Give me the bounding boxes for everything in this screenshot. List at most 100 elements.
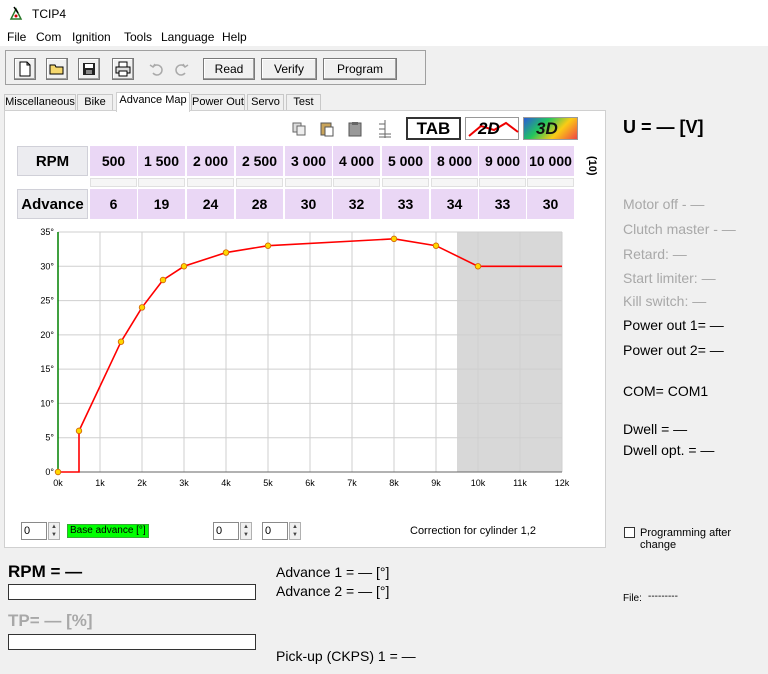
correction-spinner-2-value[interactable]: 0 [262,522,288,540]
x-tick-label: 6k [305,478,315,488]
start-limiter-status: Start limiter: — [623,270,716,286]
y-tick-label: 5° [45,433,54,443]
menu-com[interactable]: Com [36,30,61,44]
save-disk-icon[interactable] [78,58,100,80]
y-tick-label: 15° [40,364,54,374]
map-point-count: (10) [586,156,598,176]
dwell-opt-status: Dwell opt. = — [623,442,715,458]
table-gap-cell [479,178,526,187]
app-logo-icon [9,6,23,20]
advance-curve-point [117,338,125,345]
advance-cell[interactable]: 30 [527,189,574,219]
programming-after-change-checkbox[interactable] [624,527,635,538]
advance-cell[interactable]: 24 [187,189,234,219]
table-gap-cell [285,178,332,187]
rpm-cell[interactable]: 500 [90,146,137,176]
base-advance-spinner-value[interactable]: 0 [21,522,47,540]
advance-cell[interactable]: 33 [382,189,429,219]
correction-spinner-1-arrows[interactable]: ▲ ▼ [240,522,252,540]
menu-file[interactable]: File [7,30,26,44]
clutch-master-status: Clutch master - — [623,221,736,237]
copy-icon[interactable] [290,120,308,138]
advance-curve-point [390,235,398,243]
table-gap-cell [90,178,137,187]
advance-curve-point [180,263,188,270]
rpm-cell[interactable]: 2 500 [236,146,283,176]
advance-cell[interactable]: 33 [479,189,526,219]
tab-miscellaneous[interactable]: Miscellaneous [4,94,76,111]
x-tick-label: 11k [513,478,527,488]
paste-icon[interactable] [318,120,336,138]
open-folder-icon[interactable] [46,58,68,80]
advance-row-label: Advance [17,189,88,219]
menu-help[interactable]: Help [222,30,247,44]
menu-ignition[interactable]: Ignition [72,30,111,44]
advance-cell[interactable]: 32 [333,189,380,219]
tab-servo[interactable]: Servo [247,94,284,111]
rpm-cell[interactable]: 2 000 [187,146,234,176]
menu-tools[interactable]: Tools [124,30,152,44]
correction-spinner-1-value[interactable]: 0 [213,522,239,540]
view-2d-label: 2D [478,119,500,138]
pickup-readout: Pick-up (CKPS) 1 = — [276,648,416,664]
x-tick-label: 7k [347,478,357,488]
view-3d-button[interactable]: 3D [523,117,578,140]
programming-after-change-label: Programming after change [640,527,732,551]
rpm-cell[interactable]: 9 000 [479,146,526,176]
view-2d-button[interactable]: 2D [465,117,519,140]
program-button[interactable]: Program [323,58,397,80]
advance-cell[interactable]: 30 [285,189,332,219]
y-tick-label: 10° [40,398,54,408]
power-out-2-status: Power out 2= — [623,342,724,358]
rpm-cell[interactable]: 5 000 [382,146,429,176]
dwell-status: Dwell = — [623,421,688,437]
redo-icon[interactable] [170,58,192,80]
print-icon[interactable] [112,58,134,80]
advance-cell[interactable]: 28 [236,189,283,219]
read-button[interactable]: Read [203,58,255,80]
y-tick-label: 30° [40,261,54,271]
table-gap-cell [382,178,429,187]
rpm-cell[interactable]: 8 000 [431,146,478,176]
advance-map-chart[interactable]: 0k 1k 2k 3k 4k 5k 6k 7k 8k 9k 10k 11k 12k 0° 5° 10° 15° 2… [18,224,578,492]
rpm-readout: RPM = — [8,562,83,581]
motor-off-status: Motor off - — [623,196,705,212]
table-gap-cell [527,178,574,187]
rpm-cell[interactable]: 3 000 [285,146,332,176]
tp-readout: TP= — [%] [8,611,93,630]
tab-power-out[interactable]: Power Out [191,94,245,111]
clipboard-icon[interactable] [346,120,364,138]
kill-switch-status: Kill switch: — [623,293,707,309]
x-tick-label: 3k [179,478,189,488]
undo-icon[interactable] [146,58,168,80]
advance-cell[interactable]: 19 [138,189,185,219]
table-gap-cell [138,178,185,187]
table-gap-cell [431,178,478,187]
verify-button[interactable]: Verify [261,58,317,80]
table-gap-cell [236,178,283,187]
rpm-cell[interactable]: 4 000 [333,146,380,176]
menu-bar: File Com Ignition Tools Language Help [0,28,768,46]
advance-curve-point [75,427,83,435]
tab-advance-map[interactable]: Advance Map [116,92,190,112]
advance-cell[interactable]: 6 [90,189,137,219]
level-adjust-icon[interactable] [376,118,394,140]
new-file-icon[interactable] [14,58,36,80]
rpm-cell[interactable]: 1 500 [138,146,185,176]
rpm-cell[interactable]: 10 000 [527,146,574,176]
table-gap-cell [333,178,380,187]
tab-test[interactable]: Test [286,94,321,111]
com-port-status: COM= COM1 [623,383,709,399]
x-tick-label: 10k [471,478,486,488]
advance-curve-point [432,242,440,249]
advance-cell[interactable]: 34 [431,189,478,219]
x-tick-label: 0k [53,478,63,488]
tab-bike[interactable]: Bike [77,94,113,111]
base-advance-spinner-arrows[interactable]: ▲ ▼ [48,522,60,540]
menu-language[interactable]: Language [161,30,214,44]
x-tick-label: 9k [431,478,441,488]
rpm-row-label: RPM [17,146,88,176]
table-view-button[interactable]: TAB [406,117,461,140]
correction-spinner-2-arrows[interactable]: ▲ ▼ [289,522,301,540]
advance-1-readout: Advance 1 = — [°] [276,564,390,580]
